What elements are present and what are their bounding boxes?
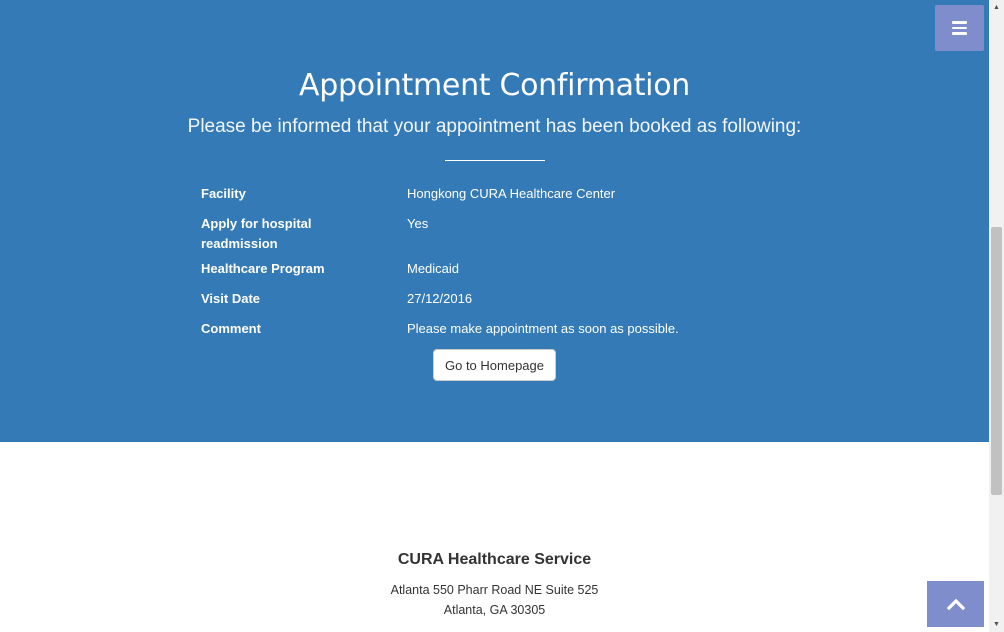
visit-date-label: Visit Date [201, 291, 261, 306]
page-title: Appointment Confirmation [299, 68, 690, 103]
title-divider [445, 160, 545, 161]
triangle-down-icon[interactable]: ▼ [989, 617, 1004, 632]
vertical-scrollbar[interactable]: ▲ ▼ [989, 0, 1004, 632]
footer-address-line2: Atlanta, GA 30305 [443, 603, 546, 617]
page-viewport: Appointment Confirmation Please be infor… [0, 0, 989, 632]
menu-toggle-button[interactable] [935, 5, 984, 51]
program-label: Healthcare Program [201, 261, 325, 276]
bars-icon [952, 21, 967, 35]
readmission-value: Yes [407, 216, 429, 231]
comment-label: Comment [201, 321, 261, 336]
scroll-to-top-button[interactable] [927, 581, 984, 627]
triangle-up-icon[interactable]: ▲ [989, 0, 1004, 15]
go-to-homepage-button[interactable]: Go to Homepage [433, 349, 556, 381]
comment-value: Please make appointment as soon as possi… [407, 321, 679, 336]
program-value: Medicaid [407, 261, 460, 276]
appointment-section: Appointment Confirmation Please be infor… [0, 0, 989, 442]
visit-date-value: 27/12/2016 [407, 291, 473, 306]
chevron-up-icon [946, 598, 965, 611]
footer-title: CURA Healthcare Service [397, 551, 592, 568]
footer-address-line1: Atlanta 550 Pharr Road NE Suite 525 [390, 583, 599, 597]
facility-value: Hongkong CURA Healthcare Center [407, 186, 616, 201]
facility-label: Facility [201, 186, 246, 201]
page-subtitle: Please be informed that your appointment… [187, 116, 802, 137]
readmission-label: Apply for hospital readmission [201, 216, 312, 251]
scrollbar-thumb[interactable] [991, 227, 1002, 495]
